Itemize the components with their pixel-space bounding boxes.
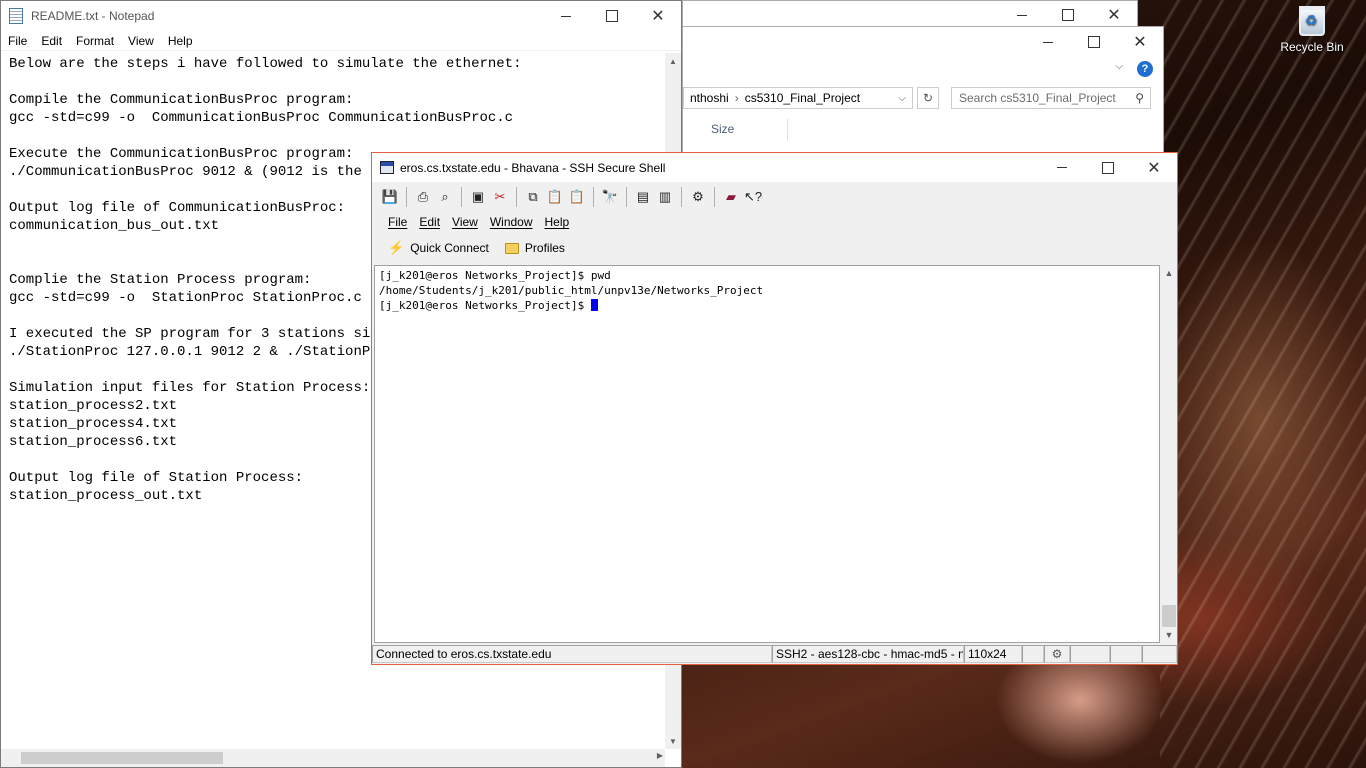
save-icon[interactable]: 💾 — [380, 187, 400, 207]
compression-icon: ⚙ — [1044, 645, 1070, 663]
scroll-up-icon[interactable]: ▲ — [1161, 265, 1177, 281]
breadcrumb-part[interactable]: nthoshi — [684, 91, 735, 105]
maximize-button[interactable] — [1085, 153, 1131, 183]
close-button[interactable]: ✕ — [1131, 153, 1177, 183]
settings-icon[interactable]: ⚙ — [688, 187, 708, 207]
menu-file[interactable]: File — [382, 215, 413, 229]
toolbar-separator — [714, 186, 715, 207]
search-icon: ⚲ — [1135, 91, 1144, 105]
ssh-window[interactable]: eros.cs.txstate.edu - Bhavana - SSH Secu… — [371, 152, 1178, 665]
status-cipher: SSH2 - aes128-cbc - hmac-md5 - none — [772, 645, 964, 663]
menu-file[interactable]: File — [1, 31, 34, 50]
profiles-button[interactable]: Profiles — [499, 238, 571, 258]
toolbar-separator — [406, 186, 407, 207]
resize-grip[interactable] — [1142, 645, 1177, 663]
minimize-button[interactable] — [1025, 27, 1071, 57]
paste-icon[interactable]: 📋 — [545, 187, 565, 207]
scroll-up-icon[interactable]: ▲ — [665, 53, 681, 69]
recycle-bin-label: Recycle Bin — [1280, 40, 1344, 54]
menu-view[interactable]: View — [121, 31, 161, 50]
menu-bar: File Edit Format View Help — [1, 31, 681, 51]
refresh-icon[interactable]: ↻ — [917, 87, 939, 109]
horizontal-scrollbar[interactable]: ▶ — [1, 749, 665, 767]
scroll-thumb[interactable] — [1162, 605, 1176, 627]
connection-bar: ⚡ Quick Connect Profiles — [376, 235, 571, 261]
chevron-down-icon[interactable]: ⌵ — [892, 93, 912, 104]
scroll-right-icon[interactable]: ▶ — [657, 751, 663, 760]
terminal-line: /home/Students/j_k201/public_html/unpv13… — [379, 284, 764, 297]
terminal-prompt-line: [j_k201@eros Networks_Project]$ — [379, 298, 1155, 313]
ribbon-expand-icon[interactable]: ⌵ — [1115, 61, 1123, 72]
recycle-bin-icon — [1299, 6, 1325, 36]
menu-help[interactable]: Help — [539, 215, 576, 229]
quick-connect-button[interactable]: ⚡ Quick Connect — [382, 237, 495, 259]
breadcrumb-part[interactable]: cs5310_Final_Project — [739, 91, 866, 105]
search-input[interactable]: Search cs5310_Final_Project ⚲ — [951, 87, 1151, 109]
recycle-bin-shortcut[interactable]: Recycle Bin — [1276, 4, 1348, 54]
disconnect-icon[interactable]: ✂ — [490, 187, 510, 207]
terminal-line: [j_k201@eros Networks_Project]$ — [379, 299, 591, 312]
toolbar-separator — [516, 186, 517, 207]
context-help-icon[interactable]: ↖? — [743, 187, 763, 207]
menu-help[interactable]: Help — [161, 31, 200, 50]
scroll-down-icon[interactable]: ▼ — [1161, 627, 1177, 643]
new-terminal-icon[interactable]: ▤ — [633, 187, 653, 207]
folder-icon — [504, 242, 519, 254]
status-empty-cell — [1070, 645, 1110, 663]
maximize-button[interactable] — [589, 1, 635, 31]
address-bar[interactable]: nthoshi › cs5310_Final_Project ⌵ — [683, 87, 913, 109]
help-icon[interactable]: ? — [1137, 61, 1153, 77]
toolbar-separator — [461, 186, 462, 207]
ssh-terminal-icon — [380, 161, 394, 174]
status-empty-cell — [1022, 645, 1044, 663]
status-bar: Connected to eros.cs.txstate.edu SSH2 - … — [372, 644, 1177, 664]
quick-connect-icon: ⚡ — [388, 240, 405, 255]
menu-bar: File Edit View Window Help — [376, 211, 575, 233]
toolbar-separator — [626, 186, 627, 207]
file-transfer-icon[interactable]: ▥ — [655, 187, 675, 207]
toolbar-separator — [593, 186, 594, 207]
menu-window[interactable]: Window — [484, 215, 539, 229]
menu-edit[interactable]: Edit — [34, 31, 69, 50]
scroll-down-icon[interactable]: ▼ — [665, 733, 681, 749]
find-icon[interactable]: 🔭 — [600, 187, 620, 207]
notepad-icon — [9, 8, 23, 24]
paste-disabled-icon[interactable]: 📋 — [567, 187, 587, 207]
minimize-button[interactable] — [1039, 153, 1085, 183]
menu-edit[interactable]: Edit — [413, 215, 446, 229]
close-button[interactable]: ✕ — [635, 1, 681, 31]
column-divider — [787, 119, 788, 141]
close-button[interactable]: ✕ — [1117, 27, 1163, 57]
toolbar: 💾 ⎙ ⌕ ▣ ✂ ⧉ 📋 📋 🔭 ▤ ▥ ⚙ ▰ ↖? — [376, 183, 763, 210]
status-terminal-size: 110x24 — [964, 645, 1022, 663]
quick-connect-label: Quick Connect — [410, 241, 489, 255]
menu-view[interactable]: View — [446, 215, 484, 229]
connect-icon[interactable]: ▣ — [468, 187, 488, 207]
column-header-size[interactable]: Size — [711, 122, 734, 136]
menu-format[interactable]: Format — [69, 31, 121, 50]
profiles-label: Profiles — [524, 241, 565, 255]
copy-icon[interactable]: ⧉ — [523, 187, 543, 207]
window-title: eros.cs.txstate.edu - Bhavana - SSH Secu… — [400, 160, 666, 175]
text-cursor — [590, 299, 598, 311]
print-icon[interactable]: ⎙ — [413, 187, 433, 207]
toolbar-separator — [681, 186, 682, 207]
terminal-area[interactable]: [j_k201@eros Networks_Project]$ pwd/home… — [374, 265, 1160, 643]
status-empty-cell — [1110, 645, 1142, 663]
status-connection: Connected to eros.cs.txstate.edu — [372, 645, 772, 663]
help-book-icon[interactable]: ▰ — [721, 187, 741, 207]
minimize-button[interactable] — [543, 1, 589, 31]
maximize-button[interactable] — [1071, 27, 1117, 57]
scroll-thumb[interactable] — [21, 752, 223, 764]
terminal-scrollbar[interactable]: ▲ ▼ — [1161, 265, 1177, 643]
wallpaper-hair-detail — [1160, 0, 1366, 768]
explorer-window[interactable]: ✕ ⌵ ? nthoshi › cs5310_Final_Project ⌵ ↻… — [682, 26, 1164, 156]
terminal-line: [j_k201@eros Networks_Project]$ pwd — [379, 269, 611, 282]
search-placeholder: Search cs5310_Final_Project — [959, 91, 1116, 105]
print-preview-icon[interactable]: ⌕ — [435, 187, 455, 207]
window-title: README.txt - Notepad — [31, 9, 155, 23]
